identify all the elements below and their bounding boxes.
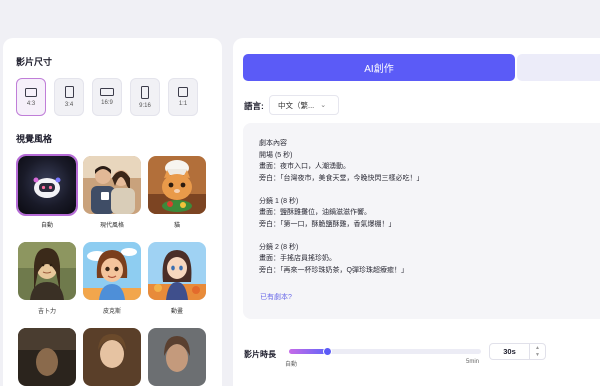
anime-girl-icon: [148, 242, 206, 300]
slider-fill: [289, 349, 328, 354]
style-classic-painting[interactable]: [83, 328, 141, 386]
dark-scene-icon: [18, 328, 76, 386]
warrior-icon: [148, 328, 206, 386]
ratio-4-3-icon: [25, 87, 37, 97]
slider-min-label: 自動: [285, 362, 298, 368]
script-line: [259, 184, 600, 196]
chevron-down-icon[interactable]: ▼: [535, 352, 540, 359]
tab-ai-create[interactable]: AI創作: [243, 54, 515, 81]
script-line: 分鏡 2 (8 秒): [259, 243, 299, 251]
visual-style-title: 視覺風格: [16, 134, 53, 144]
style-dark-scene[interactable]: [18, 328, 76, 386]
language-value: 中文（繁...: [278, 100, 315, 110]
style-anime-thumbnail[interactable]: [148, 242, 206, 300]
classic-painting-icon: [83, 328, 141, 386]
script-line: 畫面：夜市入口，人潮湧動。: [259, 163, 350, 170]
style-pixar[interactable]: 皮克斯: [83, 242, 141, 315]
ratio-label: 16:9: [101, 100, 113, 106]
language-select[interactable]: 中文（繁... ⌄: [269, 95, 339, 115]
style-label: 吉卜力: [37, 309, 56, 315]
ratio-1-1-icon: [178, 87, 188, 97]
ratio-label: 3:4: [64, 102, 74, 108]
ratio-16-9-icon: [100, 88, 114, 96]
settings-panel: 影片尺寸 4:3 3:4 16:9 9:16 1:1 視覺風格 自動 現代風格 …: [3, 38, 222, 386]
style-auto[interactable]: 自動: [16, 154, 78, 229]
style-pixar-thumbnail[interactable]: [83, 242, 141, 300]
creation-panel: AI創作 語言: 中文（繁... ⌄ 劇本內容 開場 (5 秒) 畫面：夜市入口…: [233, 38, 600, 386]
portrait-painting-icon: [18, 242, 76, 300]
script-line: 畫面：手搖店員搖珍奶。: [259, 255, 336, 262]
script-line: 劇本內容: [259, 140, 287, 147]
style-ghibli[interactable]: 吉卜力: [18, 242, 76, 315]
ratio-1-1-button[interactable]: 1:1: [168, 78, 198, 116]
cartoon-girl-icon: [83, 242, 141, 300]
style-classic-painting-thumbnail[interactable]: [83, 328, 141, 386]
duration-slider[interactable]: [289, 346, 481, 356]
duration-stepper[interactable]: ▲ ▼: [529, 344, 545, 359]
style-anime[interactable]: 動畫: [148, 242, 206, 315]
slider-max-label: 5min: [466, 359, 480, 365]
ratio-4-3-button[interactable]: 4:3: [16, 78, 46, 116]
video-size-title: 影片尺寸: [16, 57, 53, 67]
style-modern[interactable]: 現代風格: [83, 156, 141, 229]
script-line: [259, 230, 600, 242]
style-modern-thumbnail[interactable]: [83, 156, 141, 214]
cat-chef-icon: [148, 156, 206, 214]
duration-value: 30s: [503, 347, 516, 356]
script-line: 畫面：鹽酥雞攤位，油鍋滋滋作響。: [259, 209, 371, 216]
script-line: 開場 (5 秒): [259, 151, 293, 159]
style-dark-scene-thumbnail[interactable]: [18, 328, 76, 386]
style-label: 貓: [173, 223, 180, 229]
style-ghibli-thumbnail[interactable]: [18, 242, 76, 300]
ratio-label: 9:16: [139, 102, 151, 109]
script-line: 分鏡 1 (8 秒): [259, 197, 299, 205]
script-line: 旁白：「第一口，酥脆鹽酥雞，香氣爆棚！」: [259, 220, 396, 228]
script-line: 旁白：「台灣夜市，美食天堂，今晚快閃三樣必吃！」: [259, 174, 424, 182]
style-auto-thumbnail[interactable]: [16, 154, 78, 216]
ratio-3-4-button[interactable]: 3:4: [54, 78, 84, 116]
ratio-label: 1:1: [178, 101, 188, 107]
style-label: 自動: [40, 223, 53, 229]
style-label: 現代風格: [99, 223, 124, 229]
script-content-box[interactable]: 劇本內容 開場 (5 秒) 畫面：夜市入口，人潮湧動。 旁白：「台灣夜市，美食天…: [243, 123, 600, 319]
style-cinematic[interactable]: [148, 328, 206, 386]
style-cinematic-thumbnail[interactable]: [148, 328, 206, 386]
robot-icon: [18, 156, 76, 214]
ratio-selector: 4:3 3:4 16:9 9:16 1:1: [16, 78, 198, 116]
duration-input[interactable]: 30s ▲ ▼: [489, 343, 546, 360]
style-label: 動畫: [170, 309, 183, 315]
style-label: 皮克斯: [102, 309, 121, 315]
style-cat-thumbnail[interactable]: [148, 156, 206, 214]
couple-photo-icon: [83, 156, 141, 214]
ratio-16-9-button[interactable]: 16:9: [92, 78, 122, 116]
duration-label: 影片時長: [244, 350, 276, 359]
chevron-up-icon[interactable]: ▲: [535, 345, 540, 352]
ratio-3-4-icon: [64, 86, 74, 98]
ratio-9-16-icon: [141, 85, 149, 99]
language-label: 語言:: [244, 101, 264, 111]
style-cat[interactable]: 貓: [148, 156, 206, 229]
ratio-label: 4:3: [26, 100, 36, 107]
tab-secondary[interactable]: [517, 54, 600, 81]
chevron-down-icon: ⌄: [320, 102, 327, 109]
script-line: 旁白：「再來一杯珍珠奶茶，Q彈珍珠超療癒！」: [259, 266, 408, 274]
style-grid: 自動 現代風格 貓 吉卜力 皮克斯 動畫: [16, 154, 206, 386]
have-script-link[interactable]: 已有劇本?: [260, 292, 292, 302]
slider-thumb[interactable]: [322, 346, 332, 356]
ratio-9-16-button[interactable]: 9:16: [130, 78, 160, 116]
